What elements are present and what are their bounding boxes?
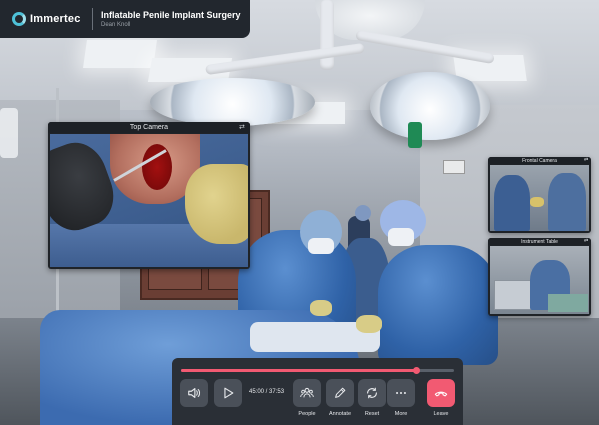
expand-icon[interactable]: ⇄: [584, 239, 589, 244]
play-button[interactable]: [214, 379, 242, 407]
play-icon: [224, 387, 234, 399]
camera-feed[interactable]: [490, 246, 589, 314]
surgical-light-handle: [408, 122, 422, 148]
glove: [530, 197, 544, 207]
progress-fill: [181, 369, 416, 372]
pencil-icon: [335, 387, 346, 398]
surgical-mask: [308, 238, 334, 254]
surgeon-right: [378, 245, 498, 365]
immertec-logo-icon: [12, 12, 26, 26]
session-info: Inflatable Penile Implant Surgery Dean K…: [101, 10, 241, 28]
camera-label: Instrument Table: [521, 238, 558, 245]
leave-label: Leave: [433, 411, 449, 417]
pip-header: Frontal Camera ⇄: [488, 157, 591, 164]
volume-icon: [188, 388, 201, 398]
camera-label: Frontal Camera: [522, 157, 557, 164]
pip-header: Instrument Table ⇄: [488, 238, 591, 245]
glove: [356, 315, 382, 333]
top-camera-panel[interactable]: Top Camera ⇄: [48, 122, 250, 269]
camera-label: Top Camera: [129, 124, 169, 131]
iv-bag: [0, 108, 18, 158]
more-icon: [396, 391, 406, 395]
volume-button[interactable]: [180, 379, 208, 407]
surgical-light-left: [150, 78, 315, 126]
surgeon: [494, 175, 530, 231]
incision: [142, 144, 172, 190]
surgical-light-right: [370, 72, 490, 140]
reset-icon: [367, 387, 377, 399]
annotate-button[interactable]: [326, 379, 354, 407]
camera-feed[interactable]: [50, 134, 248, 267]
more-label: More: [394, 411, 408, 417]
presenter-name: Dean Knoll: [101, 22, 131, 28]
camera-feed[interactable]: [490, 165, 589, 231]
leave-button[interactable]: [427, 379, 455, 407]
wall-sign: [443, 160, 465, 174]
surgical-light-arm: [320, 0, 334, 70]
hang-up-icon: [434, 391, 448, 397]
time-display: 45:00 / 37:53: [249, 389, 285, 395]
people-button[interactable]: [293, 379, 321, 407]
instrument-table: [494, 280, 534, 310]
session-title: Inflatable Penile Implant Surgery: [101, 10, 241, 20]
pip-header: Top Camera ⇄: [48, 122, 250, 133]
glove-right: [185, 164, 248, 244]
brand-name: Immertec: [30, 13, 81, 25]
brand: Immertec: [0, 12, 92, 26]
expand-icon[interactable]: ⇄: [239, 124, 246, 131]
surgeon: [548, 173, 586, 231]
glove: [310, 300, 332, 316]
reset-button[interactable]: [358, 379, 386, 407]
progress-bar[interactable]: [181, 367, 454, 374]
header-bar: Immertec Inflatable Penile Implant Surge…: [0, 0, 250, 38]
instrument-table-camera-panel[interactable]: Instrument Table ⇄: [488, 238, 591, 316]
frontal-camera-panel[interactable]: Frontal Camera ⇄: [488, 157, 591, 233]
playback-control-bar: 45:00 / 37:53 People Annotate Reset More…: [172, 358, 463, 425]
expand-icon[interactable]: ⇄: [584, 158, 589, 163]
people-icon: [300, 387, 314, 398]
instrument-tray: [548, 294, 588, 312]
staff-head: [355, 205, 371, 221]
more-button[interactable]: [387, 379, 415, 407]
ceiling-light-panel: [83, 40, 157, 68]
divider: [92, 8, 93, 30]
progress-scrubber[interactable]: [412, 367, 420, 374]
vr-surgery-viewer[interactable]: Immertec Inflatable Penile Implant Surge…: [0, 0, 599, 425]
surgical-mask: [388, 228, 414, 246]
